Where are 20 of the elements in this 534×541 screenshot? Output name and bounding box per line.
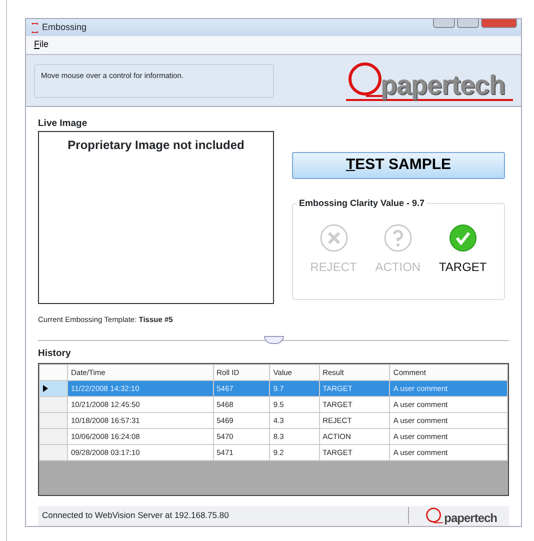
close-button[interactable] [481, 19, 517, 28]
logo-ring-icon [425, 507, 444, 524]
section-heading: Live Image [38, 117, 88, 131]
splitter-handle[interactable] [264, 336, 284, 344]
result-label: REJECT [310, 259, 357, 276]
logo: papertech [425, 507, 505, 524]
result-label: ACTION [375, 259, 421, 276]
result-label: TARGET [438, 259, 487, 276]
current-row-icon [43, 385, 48, 392]
menu-item[interactable]: File [34, 38, 49, 52]
logo: papertech [346, 60, 513, 100]
section-heading: History [38, 346, 72, 360]
test-sample-button[interactable]: TEST SAMPLE [292, 152, 505, 179]
image-note: Proprietary Image not included [66, 137, 246, 154]
minimize-button[interactable] [433, 19, 455, 28]
window-title: Embossing [42, 20, 87, 34]
maximize-button[interactable] [457, 19, 479, 28]
group-title: Embossing Clarity Value - 9.7 [297, 197, 427, 210]
status-message: Connected to WebVision Server at 192.168.75.80 [42, 509, 229, 522]
app-icon [30, 22, 38, 32]
